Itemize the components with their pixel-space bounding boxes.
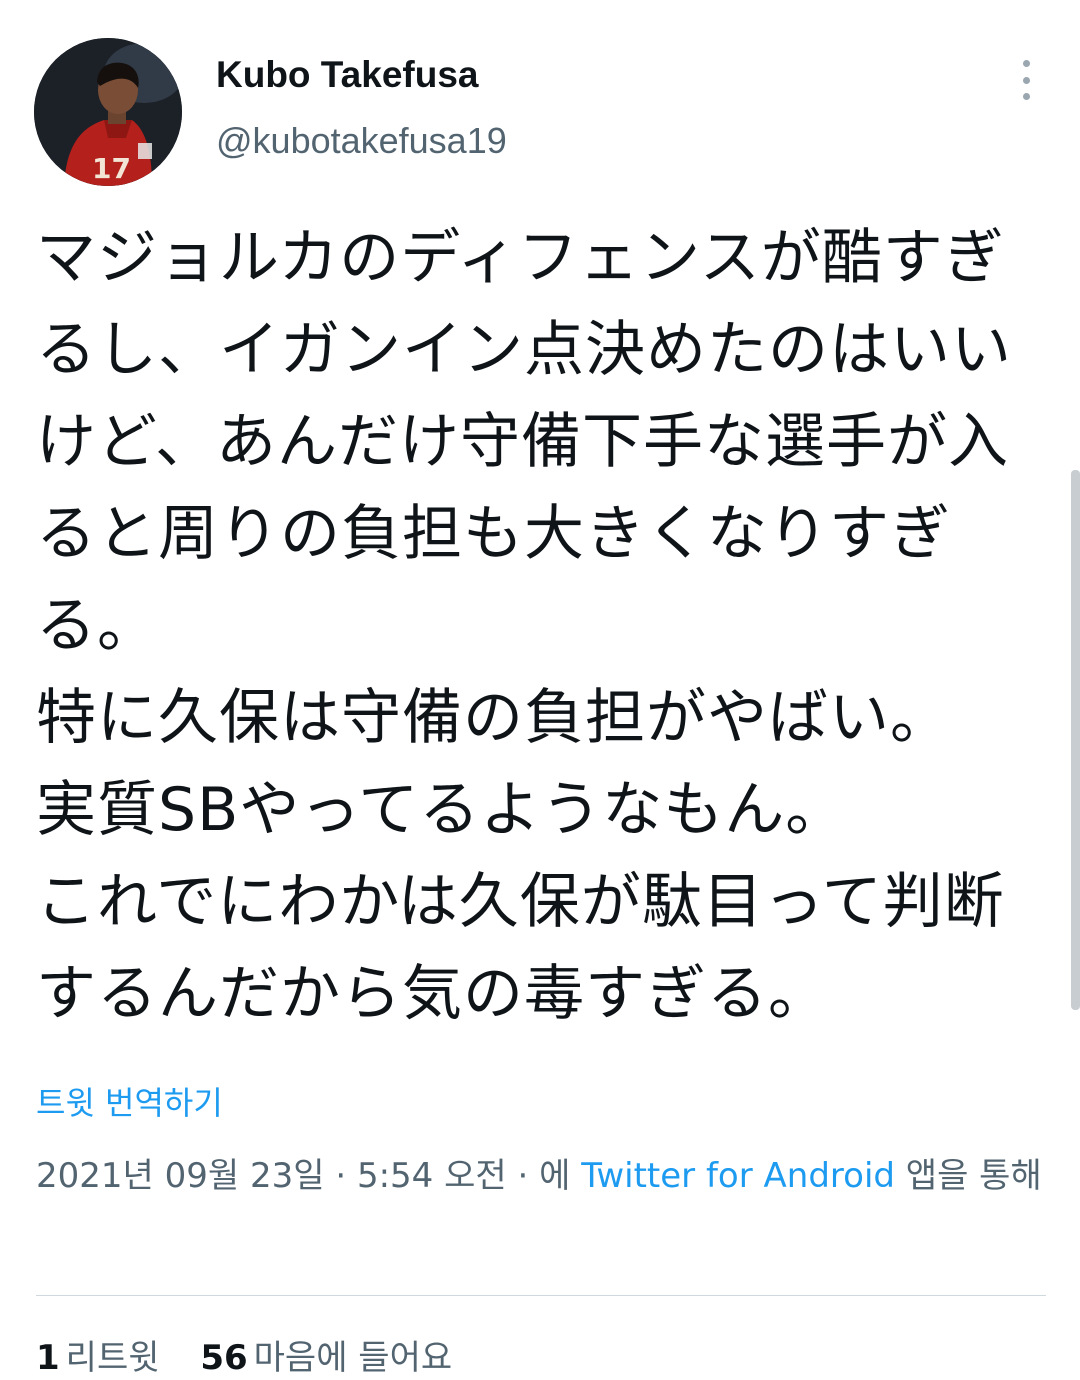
retweets-count: 1 [36,1338,60,1378]
tweet-stats: 1 리트윗 56 마음에 들어요 [36,1330,482,1379]
author-handle[interactable]: @kubotakefusa19 [216,120,507,162]
author-display-name[interactable]: Kubo Takefusa [216,54,478,96]
svg-text:17: 17 [92,152,131,185]
translate-tweet-link[interactable]: 트윗 번역하기 [36,1078,223,1124]
scrollbar[interactable] [1071,470,1080,1010]
meta-separator: · [335,1156,347,1196]
player-avatar-photo: 17 [34,38,182,186]
retweets-label: 리트윗 [65,1338,160,1378]
source-app-link[interactable]: Twitter for Android [581,1156,895,1196]
likes-stat[interactable]: 56 마음에 들어요 [200,1338,452,1378]
more-vertical-icon-dot-3 [1022,93,1030,100]
tweet-text-line: するんだから気の毒すぎる。 [36,959,829,1029]
tweet-text-line: けど、あんだけ守備下手な選手が入 [36,407,1009,477]
retweets-stat[interactable]: 1 리트윗 [36,1338,160,1378]
divider [36,1295,1046,1296]
more-vertical-icon [1022,60,1030,67]
tweet-text-line: マジョルカのディフェンスが酷すぎ [36,223,1005,293]
tweet-text-line: 実質SBやってるようなもん。 [36,775,847,845]
tweet-date[interactable]: 2021년 09월 23일 [36,1156,325,1196]
tweet-time[interactable]: 5:54 오전 [357,1156,507,1196]
more-options-button[interactable] [1004,56,1048,104]
via-prefix: · 에 [517,1156,571,1196]
more-vertical-icon-dot-2 [1022,76,1030,84]
likes-label: 마음에 들어요 [253,1338,453,1378]
tweet-text: マジョルカのディフェンスが酷すぎ るし、イガンイン点決めたのはいい けど、あんだ… [36,212,1046,1040]
avatar[interactable]: 17 [34,38,182,186]
tweet-metadata: 2021년 09월 23일 · 5:54 오전 · 에 Twitter for … [36,1145,1046,1207]
tweet-text-line: これでにわかは久保が駄目って判断 [36,867,1005,937]
tweet-text-line: 特に久保は守備の負担がやばい。 [36,683,951,753]
via-suffix: 앱을 통해 [905,1156,1042,1196]
tweet-text-line: る。 [36,591,158,661]
likes-count: 56 [200,1338,248,1378]
tweet-text-line: ると周りの負担も大きくなりすぎ [36,499,951,569]
tweet-text-line: るし、イガンイン点決めたのはいい [36,315,1012,385]
